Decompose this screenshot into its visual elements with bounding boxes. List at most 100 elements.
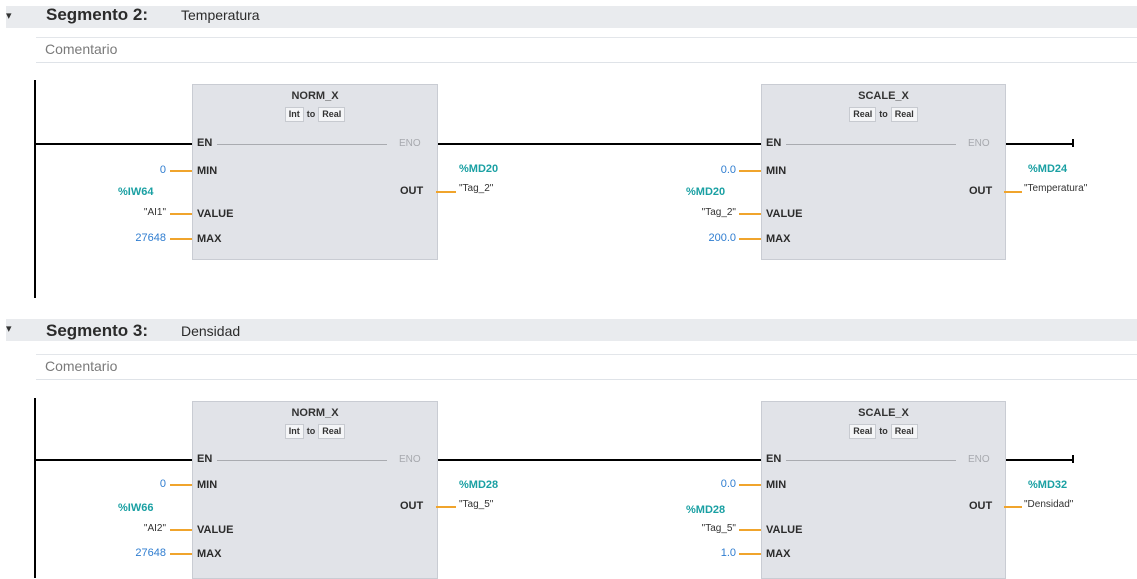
pin-wire bbox=[739, 238, 761, 240]
block-title: SCALE_X bbox=[858, 90, 909, 102]
out-tag[interactable]: "Temperatura" bbox=[1024, 183, 1087, 194]
power-flow-wire bbox=[1005, 459, 1073, 461]
pin-out: OUT bbox=[969, 185, 993, 197]
block-type-selector[interactable]: Real to Real bbox=[762, 104, 1005, 122]
min-operand[interactable]: 0.0 bbox=[690, 478, 736, 490]
pin-wire bbox=[739, 484, 761, 486]
pin-wire bbox=[170, 170, 192, 172]
max-operand[interactable]: 27648 bbox=[110, 232, 166, 244]
type-to[interactable]: Real bbox=[318, 424, 346, 439]
pin-max: MAX bbox=[766, 548, 791, 560]
power-flow-wire bbox=[35, 459, 192, 461]
pin-wire bbox=[170, 484, 192, 486]
block-type-selector[interactable]: Real to Real bbox=[762, 421, 1005, 439]
pin-en: EN bbox=[766, 137, 782, 149]
type-to[interactable]: Real bbox=[318, 107, 346, 122]
pin-en: EN bbox=[197, 453, 213, 465]
out-tag[interactable]: "Tag_2" bbox=[459, 183, 493, 194]
value-address[interactable]: %MD28 bbox=[686, 504, 725, 516]
power-flow-wire bbox=[437, 459, 761, 461]
type-to-label: to bbox=[306, 109, 316, 119]
type-to[interactable]: Real bbox=[890, 107, 918, 122]
power-flow-wire bbox=[1005, 143, 1073, 145]
rung-end-tick bbox=[1072, 139, 1074, 147]
pin-wire bbox=[1004, 506, 1022, 508]
min-operand[interactable]: 0.0 bbox=[690, 164, 736, 176]
pin-eno: ENO bbox=[399, 138, 421, 149]
power-rail bbox=[34, 398, 36, 578]
segment-comment[interactable]: Comentario bbox=[36, 354, 1137, 380]
pin-wire bbox=[1004, 191, 1022, 193]
value-tag[interactable]: "Tag_2" bbox=[676, 207, 736, 218]
block-title: SCALE_X bbox=[858, 407, 909, 419]
pin-min: MIN bbox=[197, 165, 218, 177]
segment-title: Segmento 3: bbox=[46, 321, 149, 340]
collapse-arrow-icon[interactable]: ▾ bbox=[6, 322, 16, 338]
block-type-selector[interactable]: Int to Real bbox=[193, 104, 437, 122]
norm-x-block[interactable]: NORM_X Int to Real EN ENO MIN OUT VALUE MA… bbox=[192, 84, 438, 260]
value-tag[interactable]: "AI2" bbox=[110, 523, 166, 534]
segment-header[interactable]: ▾ Segmento 3: Densidad bbox=[6, 319, 1137, 341]
pin-out: OUT bbox=[400, 500, 424, 512]
max-operand[interactable]: 1.0 bbox=[676, 547, 736, 559]
comment-placeholder: Comentario bbox=[45, 41, 118, 57]
pin-wire bbox=[170, 213, 192, 215]
segment-title: Segmento 2: bbox=[46, 5, 149, 24]
max-operand[interactable]: 27648 bbox=[110, 547, 166, 559]
value-address[interactable]: %IW66 bbox=[118, 502, 153, 514]
out-address[interactable]: %MD20 bbox=[459, 163, 498, 175]
max-operand[interactable]: 200.0 bbox=[676, 232, 736, 244]
type-from[interactable]: Real bbox=[849, 107, 877, 122]
value-tag[interactable]: "AI1" bbox=[110, 207, 166, 218]
block-title: NORM_X bbox=[291, 407, 339, 419]
pin-out: OUT bbox=[969, 500, 993, 512]
segment-comment[interactable]: Comentario bbox=[36, 37, 1137, 63]
en-eno-line bbox=[217, 144, 387, 145]
pin-eno: ENO bbox=[968, 454, 990, 465]
pin-wire bbox=[170, 553, 192, 555]
out-tag[interactable]: "Densidad" bbox=[1024, 499, 1073, 510]
type-from[interactable]: Real bbox=[849, 424, 877, 439]
pin-eno: ENO bbox=[399, 454, 421, 465]
out-address[interactable]: %MD24 bbox=[1028, 163, 1067, 175]
pin-wire bbox=[739, 213, 761, 215]
out-address[interactable]: %MD28 bbox=[459, 479, 498, 491]
scale-x-block[interactable]: SCALE_X Real to Real EN ENO MIN OUT VALUE … bbox=[761, 401, 1006, 579]
pin-wire bbox=[739, 170, 761, 172]
pin-max: MAX bbox=[766, 233, 791, 245]
value-address[interactable]: %IW64 bbox=[118, 186, 153, 198]
type-from[interactable]: Int bbox=[284, 424, 304, 439]
value-address[interactable]: %MD20 bbox=[686, 186, 725, 198]
segment-header[interactable]: ▾ Segmento 2: Temperatura bbox=[6, 5, 1137, 28]
min-operand[interactable]: 0 bbox=[130, 164, 166, 176]
segment-name[interactable]: Temperatura bbox=[181, 7, 260, 23]
pin-wire bbox=[436, 506, 456, 508]
pin-wire bbox=[739, 529, 761, 531]
pin-max: MAX bbox=[197, 548, 222, 560]
out-address[interactable]: %MD32 bbox=[1028, 479, 1067, 491]
out-tag[interactable]: "Tag_5" bbox=[459, 499, 493, 510]
type-from[interactable]: Int bbox=[284, 107, 304, 122]
block-type-selector[interactable]: Int to Real bbox=[193, 421, 437, 439]
comment-placeholder: Comentario bbox=[45, 358, 118, 374]
pin-wire bbox=[739, 553, 761, 555]
scale-x-block[interactable]: SCALE_X Real to Real EN ENO MIN OUT VALUE … bbox=[761, 84, 1006, 260]
type-to-label: to bbox=[879, 426, 888, 436]
segment-name[interactable]: Densidad bbox=[181, 323, 240, 339]
block-title: NORM_X bbox=[291, 90, 339, 102]
pin-wire bbox=[170, 529, 192, 531]
type-to-label: to bbox=[879, 109, 888, 119]
power-flow-wire bbox=[35, 143, 192, 145]
en-eno-line bbox=[786, 144, 956, 145]
pin-value: VALUE bbox=[197, 208, 234, 220]
collapse-arrow-icon[interactable]: ▾ bbox=[6, 9, 16, 25]
pin-value: VALUE bbox=[766, 524, 803, 536]
type-to[interactable]: Real bbox=[890, 424, 918, 439]
pin-min: MIN bbox=[766, 165, 787, 177]
min-operand[interactable]: 0 bbox=[130, 478, 166, 490]
norm-x-block[interactable]: NORM_X Int to Real EN ENO MIN OUT VALUE MA… bbox=[192, 401, 438, 579]
en-eno-line bbox=[217, 460, 387, 461]
pin-eno: ENO bbox=[968, 138, 990, 149]
value-tag[interactable]: "Tag_5" bbox=[676, 523, 736, 534]
pin-value: VALUE bbox=[766, 208, 803, 220]
